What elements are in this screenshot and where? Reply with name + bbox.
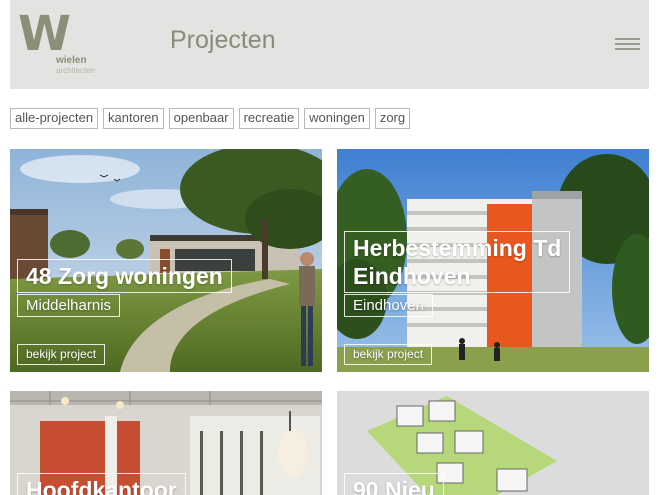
hamburger-menu-icon[interactable] — [615, 38, 640, 50]
project-location: Eindhoven — [344, 294, 433, 317]
project-title: Hoofdkantoor — [17, 473, 186, 495]
filter-woningen[interactable]: woningen — [304, 108, 370, 129]
filter-recreatie[interactable]: recreatie — [238, 108, 300, 129]
page-title: Projecten — [170, 26, 276, 54]
filter-zorg[interactable]: zorg — [374, 108, 411, 129]
project-title: 90 Nieu — [344, 473, 444, 495]
site-header: W wielen architecten Projecten — [10, 0, 649, 89]
filter-kantoren[interactable]: kantoren — [103, 108, 164, 129]
brand-logo[interactable]: W wielen architecten — [18, 6, 108, 77]
filter-alle-projecten[interactable]: alle-projecten — [10, 108, 99, 129]
category-filters: alle-projecten kantoren openbaar recreat… — [10, 108, 411, 129]
project-card-zorg-woningen[interactable]: 48 Zorg woningen Middelharnis bekijk pro… — [10, 149, 322, 372]
logo-letter: W — [18, 6, 71, 62]
project-title: Herbestemming Td Eindhoven — [344, 231, 571, 293]
view-project-button[interactable]: bekijk project — [17, 344, 106, 365]
view-project-button[interactable]: bekijk project — [344, 344, 433, 365]
project-title: 48 Zorg woningen — [17, 259, 232, 293]
project-card-herbestemming[interactable]: Herbestemming Td Eindhoven Eindhoven bek… — [337, 149, 649, 372]
logo-subtitle: architecten — [56, 66, 96, 75]
project-card-90-nieuw[interactable]: 90 Nieu — [337, 391, 649, 495]
logo-name: wielen — [56, 55, 87, 66]
project-location: Middelharnis — [17, 294, 121, 317]
filter-openbaar[interactable]: openbaar — [168, 108, 234, 129]
project-card-hoofdkantoor[interactable]: Hoofdkantoor — [10, 391, 322, 495]
